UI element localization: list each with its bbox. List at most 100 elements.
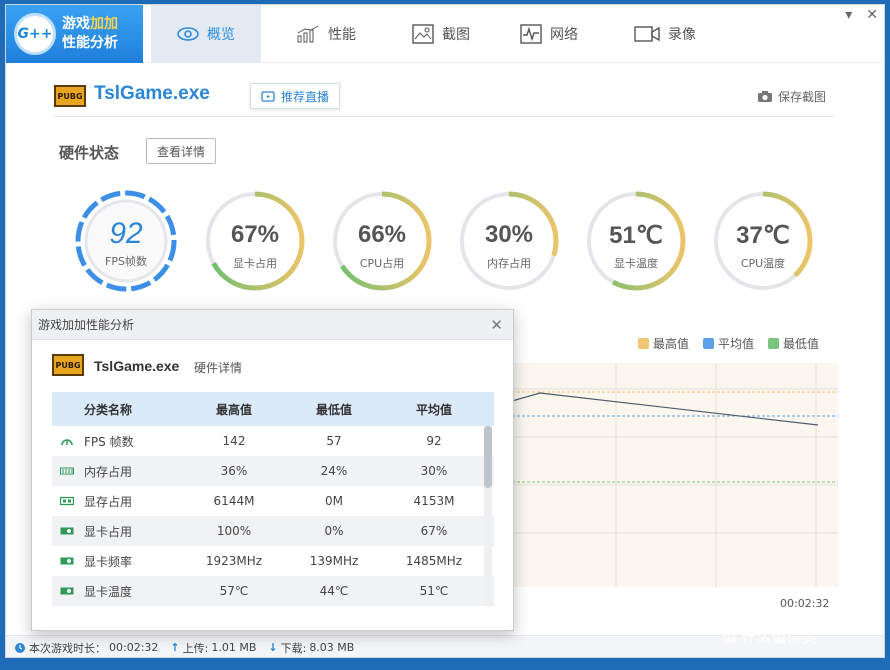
row-max: 1923MHz [205,554,263,568]
table-row: 显卡温度 57℃ 44℃ 51℃ [52,576,494,606]
legend-swatch [638,338,649,349]
bar-chart-icon [297,25,319,43]
upload-stat: ↑ 上传: 1.01 MB [170,640,256,656]
upload-arrow-icon: ↑ [170,641,180,654]
upload-label: 上传: [182,641,209,655]
row-name: 显卡占用 [84,524,133,539]
watermark-text: 值 什么值得买 [722,628,817,646]
row-min: 139MHz [309,554,359,568]
save-screenshot-button[interactable]: 保存截图 [757,88,826,105]
pubg-logo-icon: PUBG [54,85,86,107]
row-min: 0% [324,524,344,538]
window-controls: ▾ ✕ [845,7,878,23]
dialog-game-name: TslGame.exe [94,358,180,374]
recommend-live-label: 推荐直播 [281,89,330,104]
tab-recording[interactable]: 录像 [610,5,720,63]
logo-text: 游戏加加 性能分析 [62,16,118,51]
pulse-icon [520,24,542,44]
row-avg: 67% [420,524,448,538]
gauge-value: 51℃ [609,222,663,249]
download-stat: ↓ 下载: 8.03 MB [268,640,354,656]
legend-item-avg[interactable]: 平均值 [703,335,754,352]
row-name: 显卡温度 [84,584,133,599]
legend-swatch [768,338,780,349]
cpu-temp-gauge: 37℃ CPU温度 [711,189,815,293]
row-avg: 30% [420,464,448,478]
pubg-logo-icon: PUBG [52,354,84,376]
gauge-value: 66% [357,221,407,248]
gpu-temp-gauge: 51℃ 显卡温度 [584,189,688,293]
table-row: FPS 帧数 142 57 92 [52,426,494,456]
gauge-label: 内存占用 [487,257,531,270]
row-name-cell: 显存占用 [52,493,184,510]
fps-label: FPS帧数 [105,255,147,268]
memory-icon [60,467,74,475]
fps-value: 92 [109,217,143,250]
download-label: 下载: [280,641,307,655]
tab-label: 录像 [668,27,696,43]
download-value: 8.03 MB [309,641,355,654]
video-camera-icon [634,26,660,42]
save-screenshot-label: 保存截图 [777,90,826,104]
recommend-live-button[interactable]: 推荐直播 [250,83,341,109]
dialog-subtitle: 硬件详情 [194,361,243,375]
watermark: 值 什么值得买 [722,626,817,647]
fps-series-line [511,392,819,426]
legend-swatch [703,338,715,349]
gpu-icon [60,587,74,595]
legend-item-min[interactable]: 最低值 [768,335,819,352]
column-header: 平均值 [415,402,452,417]
dialog-close-button[interactable]: ✕ [490,316,503,334]
table-header: 分类名称 最高值 最低值 平均值 [52,392,494,426]
gauge-label: 显卡温度 [614,257,658,270]
column-header: 最低值 [315,402,352,417]
scrollbar-thumb[interactable] [484,426,492,488]
tab-screenshot[interactable]: 截图 [386,5,496,63]
close-button[interactable]: ✕ [866,7,878,23]
row-avg: 51℃ [419,584,449,598]
chart-time-label: 00:02:32 [780,597,830,610]
tab-performance[interactable]: 性能 [271,5,381,63]
tab-network[interactable]: 网络 [494,5,604,63]
row-min: 0M [325,494,343,508]
row-name-cell: 内存占用 [52,463,184,480]
hardware-status-title: 硬件状态 [59,144,120,162]
row-max: 57℃ [219,584,249,598]
row-name-cell: FPS 帧数 [52,433,184,450]
gpu-icon [60,527,74,535]
game-header: PUBG TslGame.exe 推荐直播 保存截图 [54,83,834,117]
table-row: 显存占用 6144M 0M 4153M [52,486,494,516]
row-min: 24% [320,464,348,478]
gauge-value: 67% [230,221,280,248]
minimize-button[interactable]: ▾ [845,7,852,23]
app-logo: G++ 游戏加加 性能分析 [6,5,143,63]
row-avg: 92 [426,434,442,448]
download-arrow-icon: ↓ [268,641,278,654]
legend-item-max[interactable]: 最高值 [638,335,689,352]
table-scrollbar[interactable] [484,426,492,606]
duration-value: 00:02:32 [109,641,159,654]
table-row: 显卡占用 100% 0% 67% [52,516,494,546]
row-max: 142 [222,434,246,448]
dialog-title: 游戏加加性能分析 [38,318,135,332]
eye-icon [177,27,199,41]
gauge-value: 30% [484,221,534,248]
gauge-icon [61,439,73,446]
view-details-button[interactable]: 查看详情 [146,138,217,164]
dialog-header: PUBG TslGame.exe 硬件详情 [52,354,492,380]
row-avg: 4153M [413,494,455,508]
row-min: 57 [326,434,342,448]
column-header: 分类名称 [84,402,133,417]
duration-label: 本次游戏时长： [29,641,106,655]
camera-icon [757,91,772,102]
clock-icon [15,642,25,653]
row-name-cell: 显卡频率 [52,553,184,570]
legend-label: 最低值 [783,337,820,351]
table-row: 显卡频率 1923MHz 139MHz 1485MHz [52,546,494,576]
gauge-label: 显卡占用 [233,257,277,270]
gauge-label: CPU温度 [740,257,786,270]
tab-overview[interactable]: 概览 [151,5,261,63]
row-avg: 1485MHz [405,554,463,568]
hardware-details-dialog: 游戏加加性能分析 ✕ PUBG TslGame.exe 硬件详情 分类名称 最高… [31,309,514,631]
vram-icon [60,496,74,506]
